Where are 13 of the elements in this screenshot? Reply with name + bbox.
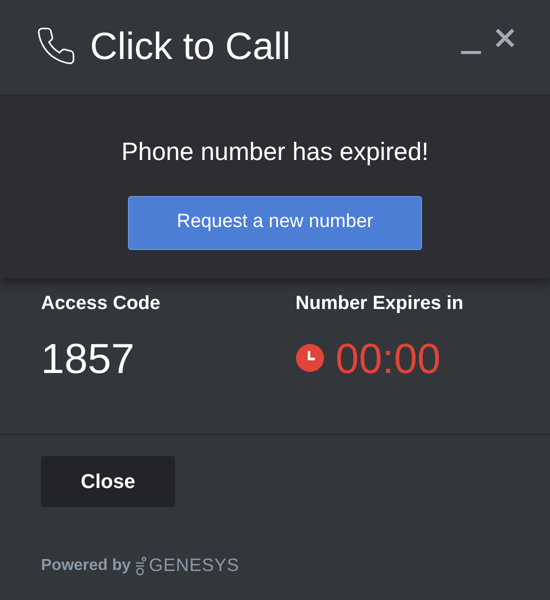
info-label: Access Code: [41, 292, 160, 316]
clock-icon: [296, 344, 324, 372]
powered-by-text: Powered by: [41, 556, 131, 576]
close-icon[interactable]: [494, 26, 516, 48]
close-button[interactable]: Close: [41, 456, 175, 507]
info-label: Number Expires in: [296, 292, 464, 316]
brand-name: GENESYS: [148, 554, 240, 577]
window-title: Click to Call: [90, 25, 291, 70]
alert-message: Phone number has expired!: [121, 137, 429, 168]
request-number-button[interactable]: Request a new number: [128, 196, 422, 250]
access-code-value: 1857: [41, 334, 134, 384]
logo-icon: [134, 556, 147, 576]
countdown-value: 00:00: [336, 334, 441, 384]
